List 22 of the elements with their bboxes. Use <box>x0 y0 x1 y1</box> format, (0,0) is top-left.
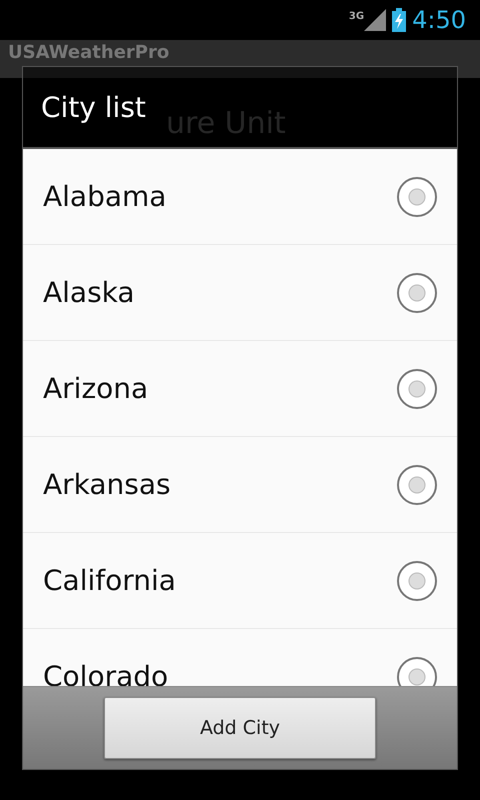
network-label: 3G <box>348 11 364 22</box>
app-title: USAWeatherPro <box>8 42 170 64</box>
battery-icon <box>392 8 406 32</box>
list-item[interactable]: Alaska <box>23 245 457 341</box>
radio-button[interactable] <box>397 176 437 216</box>
radio-button[interactable] <box>397 272 437 312</box>
city-label: California <box>43 564 176 597</box>
list-item[interactable]: Alabama <box>23 149 457 245</box>
radio-button[interactable] <box>397 560 437 600</box>
list-item[interactable]: California <box>23 533 457 629</box>
add-city-button[interactable]: Add City <box>104 697 376 759</box>
radio-button[interactable] <box>397 368 437 408</box>
radio-button[interactable] <box>397 464 437 504</box>
clock: 4:50 <box>412 6 466 34</box>
signal-icon <box>364 9 386 31</box>
dialog-title: City list <box>41 90 146 124</box>
city-label: Arizona <box>43 372 148 405</box>
city-label: Alabama <box>43 180 166 213</box>
city-label: Alaska <box>43 276 135 309</box>
list-item[interactable]: Arizona <box>23 341 457 437</box>
city-label: Arkansas <box>43 468 171 501</box>
list-item[interactable]: Arkansas <box>23 437 457 533</box>
